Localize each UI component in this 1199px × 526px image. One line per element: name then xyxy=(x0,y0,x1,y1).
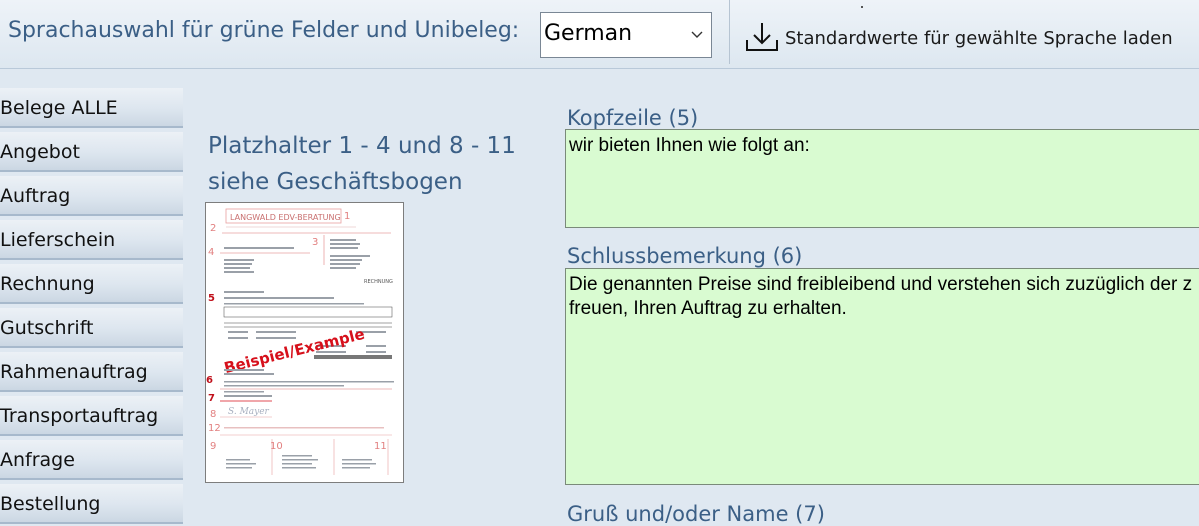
kopfzeile-label: Kopfzeile (5) xyxy=(567,106,699,130)
top-toolbar: Sprachauswahl für grüne Felder und Unibe… xyxy=(0,0,1199,69)
thumb-marker-6: 6 xyxy=(206,375,213,386)
thumb-marker-7: 7 xyxy=(208,393,215,404)
sidebar-item-label: Gutschrift xyxy=(0,317,94,339)
sidebar-item-rechnung[interactable]: Rechnung xyxy=(0,264,183,304)
sidebar-item-anfrage[interactable]: Anfrage xyxy=(0,440,183,480)
thumb-company: LANGWALD EDV-BERATUNG xyxy=(230,213,341,222)
sidebar-item-rahmenauftrag[interactable]: Rahmenauftrag xyxy=(0,352,183,392)
thumb-marker-4: 4 xyxy=(208,247,214,258)
sidebar-item-label: Auftrag xyxy=(0,185,71,207)
sidebar-item-angebot[interactable]: Angebot xyxy=(0,132,183,172)
thumb-marker-1: 1 xyxy=(344,211,350,222)
toolbar-separator xyxy=(729,0,730,64)
sidebar-item-lieferschein[interactable]: Lieferschein xyxy=(0,220,183,260)
load-defaults-label: Standardwerte für gewählte Sprache laden xyxy=(785,28,1173,49)
thumb-marker-3: 3 xyxy=(312,237,318,248)
sidebar-item-label: Rechnung xyxy=(0,273,95,295)
sidebar-item-label: Rahmenauftrag xyxy=(0,361,148,383)
sidebar-item-label: Belege ALLE xyxy=(0,97,118,119)
sidebar-item-label: Bestellung xyxy=(0,493,101,515)
chevron-down-icon xyxy=(691,31,703,38)
download-icon xyxy=(746,23,778,51)
load-defaults-button[interactable]: Standardwerte für gewählte Sprache laden xyxy=(740,14,1180,60)
language-label: Sprachauswahl für grüne Felder und Unibe… xyxy=(8,18,520,43)
sidebar-item-transportauftrag[interactable]: Transportauftrag xyxy=(0,396,183,436)
language-select-value: German xyxy=(544,21,633,46)
schlussbemerkung-value: Die genannten Preise sind freibleibend u… xyxy=(569,274,1193,319)
thumb-marker-8: 8 xyxy=(210,409,216,420)
thumb-marker-11: 11 xyxy=(374,441,387,452)
thumb-marker-10: 10 xyxy=(270,441,283,452)
thumb-marker-5: 5 xyxy=(208,293,215,304)
toolbar-dot xyxy=(861,6,863,8)
sidebar-item-label: Anfrage xyxy=(0,449,75,471)
sidebar-item-bestellung[interactable]: Bestellung xyxy=(0,484,183,524)
thumb-marker-12: 12 xyxy=(208,423,221,434)
sidebar-item-label: Lieferschein xyxy=(0,229,116,251)
letterhead-preview-drawing: LANGWALD EDV-BERATUNG RECHNUNG Beispiel/… xyxy=(206,208,394,475)
letterhead-preview-image: LANGWALD EDV-BERATUNG RECHNUNG Beispiel/… xyxy=(205,202,404,483)
thumb-signature: S. Mayer xyxy=(228,407,270,417)
placeholder-info: Platzhalter 1 - 4 und 8 - 11 siehe Gesch… xyxy=(208,128,528,200)
gruss-label: Gruß und/oder Name (7) xyxy=(567,502,825,526)
placeholder-info-line1: Platzhalter 1 - 4 und 8 - 11 xyxy=(208,133,516,159)
thumb-marker-9: 9 xyxy=(210,441,216,452)
language-select[interactable]: German xyxy=(540,12,712,58)
sidebar-item-belege-alle[interactable]: Belege ALLE xyxy=(0,88,183,128)
kopfzeile-field[interactable]: wir bieten Ihnen wie folgt an: xyxy=(565,129,1199,228)
sidebar-item-auftrag[interactable]: Auftrag xyxy=(0,176,183,216)
thumb-marker-2: 2 xyxy=(210,223,216,234)
placeholder-info-line2: siehe Geschäftsbogen xyxy=(208,169,463,195)
thumb-doc-type: RECHNUNG xyxy=(364,279,393,285)
sidebar-item-gutschrift[interactable]: Gutschrift xyxy=(0,308,183,348)
sidebar-item-label: Transportauftrag xyxy=(0,405,159,427)
sidebar-item-label: Angebot xyxy=(0,141,80,163)
schlussbemerkung-label: Schlussbemerkung (6) xyxy=(567,244,803,268)
schlussbemerkung-field[interactable]: Die genannten Preise sind freibleibend u… xyxy=(565,268,1199,485)
kopfzeile-value: wir bieten Ihnen wie folgt an: xyxy=(569,135,810,156)
